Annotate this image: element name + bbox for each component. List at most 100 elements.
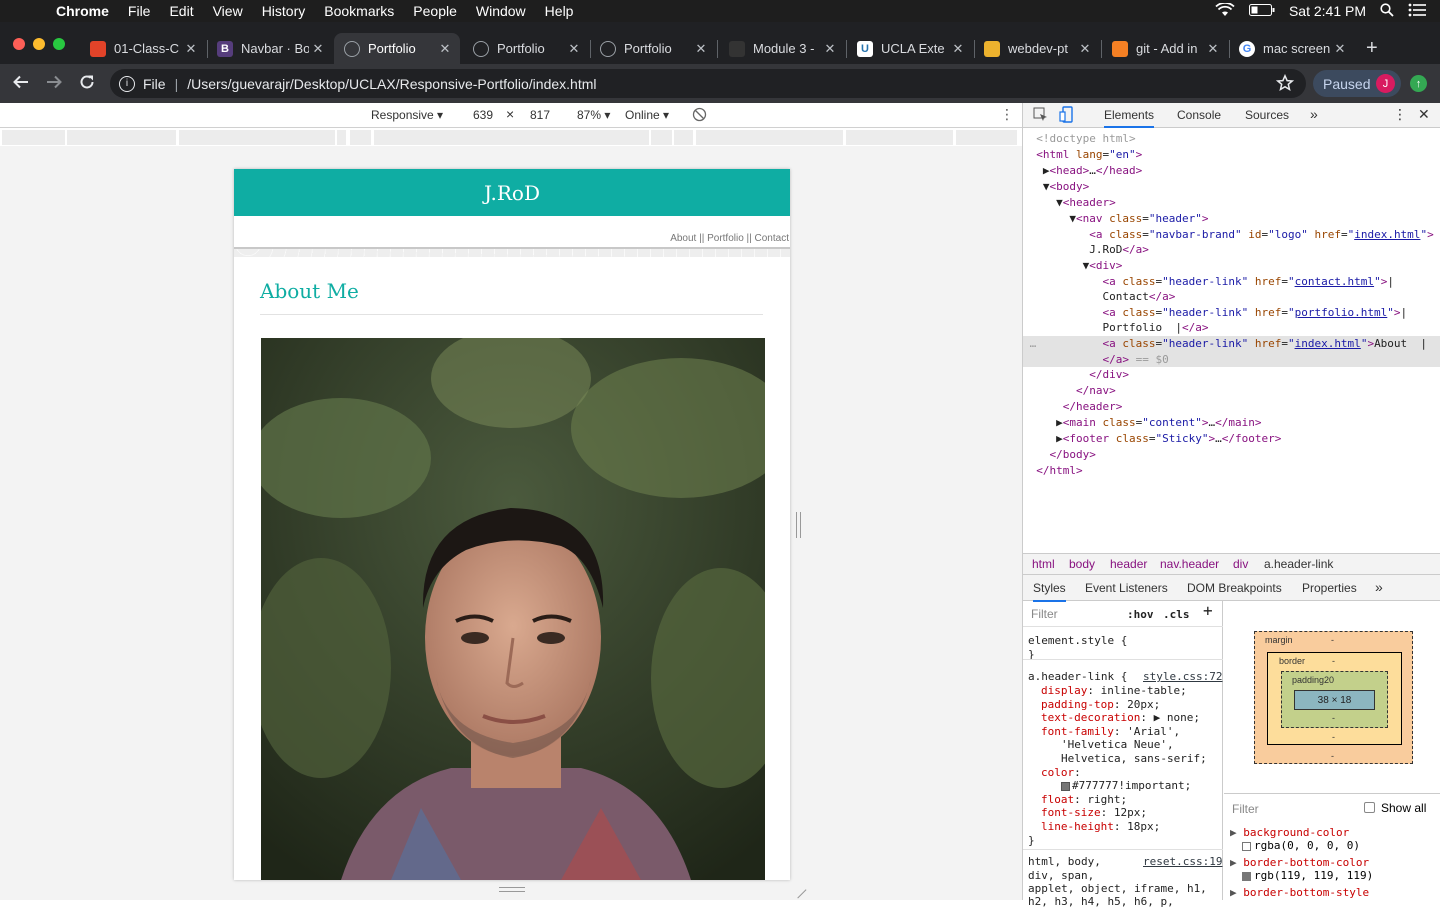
viewport-height-input[interactable]: 817	[530, 108, 550, 122]
expand-triangle-icon[interactable]: ▶	[1230, 856, 1243, 869]
media-query-segment[interactable]	[2, 130, 66, 145]
device-more-icon[interactable]: ⋮	[1000, 106, 1014, 123]
dom-line[interactable]: </div>	[1023, 367, 1440, 383]
style-property[interactable]: 'Helvetica Neue',	[1061, 738, 1174, 752]
tab-close-icon[interactable]: ✕	[692, 41, 710, 57]
more-tabs-icon[interactable]: »	[1310, 106, 1318, 122]
media-query-segment[interactable]	[179, 130, 336, 145]
devtools-close-icon[interactable]: ✕	[1418, 106, 1430, 123]
dom-line[interactable]: </nav>	[1023, 383, 1440, 399]
tab-4[interactable]: Portfolio ✕	[463, 33, 589, 64]
dom-line[interactable]: ▼<header>	[1023, 195, 1440, 211]
tab-styles[interactable]: Styles	[1033, 581, 1066, 602]
dom-line[interactable]: J.RoD</a>	[1023, 242, 1440, 258]
tab-sources[interactable]: Sources	[1245, 108, 1289, 122]
tab-close-icon[interactable]: ✕	[821, 41, 839, 57]
spotlight-search-icon[interactable]	[1380, 2, 1394, 20]
dom-line[interactable]: </body>	[1023, 447, 1440, 463]
media-query-segment[interactable]	[651, 130, 673, 145]
tab-10[interactable]: Gmac screen ✕	[1229, 33, 1355, 64]
breadcrumb-item[interactable]: body	[1069, 557, 1095, 571]
breadcrumb-item[interactable]: header	[1110, 557, 1147, 571]
tab-6[interactable]: Module 3 - ✕	[719, 33, 845, 64]
dom-line[interactable]: </header>	[1023, 399, 1440, 415]
expand-triangle-icon[interactable]: ▶	[1230, 886, 1243, 899]
hov-toggle[interactable]: :hov	[1127, 608, 1154, 622]
reset-source-link[interactable]: reset.css:19	[1143, 855, 1222, 869]
battery-icon[interactable]	[1248, 3, 1275, 19]
box-padding[interactable]: padding20 38 × 18 -	[1281, 671, 1388, 728]
tab-close-icon[interactable]: ✕	[309, 41, 327, 57]
element-style-rule[interactable]: element.style {	[1028, 634, 1127, 648]
tab-close-icon[interactable]: ✕	[182, 41, 200, 57]
dom-line[interactable]: ▼<div>	[1023, 258, 1440, 274]
show-all-checkbox[interactable]	[1364, 802, 1375, 813]
dom-line[interactable]: ▶<footer class="Sticky">…</footer>	[1023, 431, 1440, 447]
menu-file[interactable]: File	[128, 3, 151, 19]
breadcrumb-item[interactable]: html	[1032, 557, 1055, 571]
style-property[interactable]: text-decoration: ▶ none;	[1041, 711, 1200, 725]
info-icon[interactable]: i	[119, 75, 135, 92]
style-property[interactable]: padding-top: 20px;	[1041, 698, 1160, 712]
dom-line[interactable]: Portfolio |</a>	[1023, 320, 1440, 336]
tab-properties[interactable]: Properties	[1302, 581, 1357, 595]
media-query-segment[interactable]	[696, 130, 844, 145]
style-property[interactable]: float: right;	[1041, 793, 1127, 807]
tab-5[interactable]: Portfolio ✕	[590, 33, 716, 64]
notification-center-icon[interactable]	[1408, 3, 1426, 20]
menu-window[interactable]: Window	[476, 3, 526, 19]
menu-bookmarks[interactable]: Bookmarks	[324, 3, 394, 19]
dom-line[interactable]: ▼<nav class="header">	[1023, 211, 1440, 227]
dom-line-selected[interactable]: … <a class="header-link" href="index.htm…	[1023, 336, 1440, 367]
tab-close-icon[interactable]: ✕	[1331, 41, 1349, 57]
address-url[interactable]: /Users/guevarajr/Desktop/UCLAX/Responsiv…	[187, 76, 596, 92]
style-property[interactable]: font-size: 12px;	[1041, 806, 1147, 820]
box-content[interactable]: 38 × 18	[1294, 690, 1375, 710]
dom-line[interactable]: ▼<body>	[1023, 179, 1440, 195]
viewport-width-input[interactable]: 639	[473, 108, 493, 122]
menubar-clock[interactable]: Sat 2:41 PM	[1289, 3, 1366, 19]
throttle-select[interactable]: Online ▾	[625, 108, 669, 122]
menu-edit[interactable]: Edit	[169, 3, 193, 19]
zoom-select[interactable]: 87% ▾	[577, 108, 610, 122]
dom-line[interactable]: ▶<main class="content">…</main>	[1023, 415, 1440, 431]
tab-close-icon[interactable]: ✕	[1076, 41, 1094, 57]
cls-toggle[interactable]: .cls	[1163, 608, 1190, 622]
styles-filter-input[interactable]: Filter	[1031, 607, 1058, 622]
resize-handle-bottom[interactable]	[499, 887, 525, 892]
style-property[interactable]: color:	[1041, 766, 1087, 780]
update-arrow-icon[interactable]: ↑	[1410, 75, 1427, 92]
computed-property[interactable]: ▶ background-color rgba(0, 0, 0, 0)	[1230, 826, 1435, 852]
tab-elements[interactable]: Elements	[1104, 108, 1155, 128]
tab-close-icon[interactable]: ✕	[436, 41, 454, 57]
breadcrumb-item[interactable]: a.header-link	[1264, 557, 1333, 571]
dom-line[interactable]: </html>	[1023, 463, 1440, 479]
address-bar[interactable]: i File | /Users/guevarajr/Desktop/UCLAX/…	[110, 69, 1306, 98]
device-mode-select[interactable]: Responsive ▾	[371, 108, 443, 122]
dom-line[interactable]: ▶<head>…</head>	[1023, 163, 1440, 179]
devtools-menu-icon[interactable]: ⋮	[1393, 106, 1407, 123]
media-query-bar[interactable]	[0, 128, 1022, 146]
menu-people[interactable]: People	[413, 3, 457, 19]
menu-history[interactable]: History	[262, 3, 306, 19]
site-nav-links[interactable]: About || Portfolio || Contact	[670, 233, 789, 244]
dom-line[interactable]: Contact</a>	[1023, 289, 1440, 305]
tab-close-icon[interactable]: ✕	[949, 41, 967, 57]
tab-3[interactable]: Portfolio ✕	[334, 33, 460, 64]
tab-9[interactable]: git - Add in ✕	[1102, 33, 1228, 64]
dom-line[interactable]: <a class="header-link" href="portfolio.h…	[1023, 305, 1440, 321]
dom-line[interactable]: <a class="header-link" href="contact.htm…	[1023, 274, 1440, 290]
inspect-element-icon[interactable]	[1033, 107, 1048, 125]
box-border[interactable]: border - padding20 38 × 18 - -	[1267, 652, 1402, 745]
tab-dom-breakpoints[interactable]: DOM Breakpoints	[1187, 581, 1282, 595]
tab-console[interactable]: Console	[1177, 108, 1221, 122]
media-query-segment[interactable]	[374, 130, 650, 145]
more-style-tabs-icon[interactable]: »	[1375, 579, 1383, 595]
style-property[interactable]: #777777!important;	[1061, 779, 1191, 793]
menu-app[interactable]: Chrome	[56, 3, 109, 19]
media-query-segment[interactable]	[846, 130, 954, 145]
box-margin[interactable]: margin - border - padding20 38 × 18 - - …	[1254, 631, 1413, 764]
site-brand[interactable]: J.RoD	[484, 181, 540, 205]
color-swatch[interactable]	[1061, 781, 1070, 791]
media-query-segment[interactable]	[674, 130, 694, 145]
